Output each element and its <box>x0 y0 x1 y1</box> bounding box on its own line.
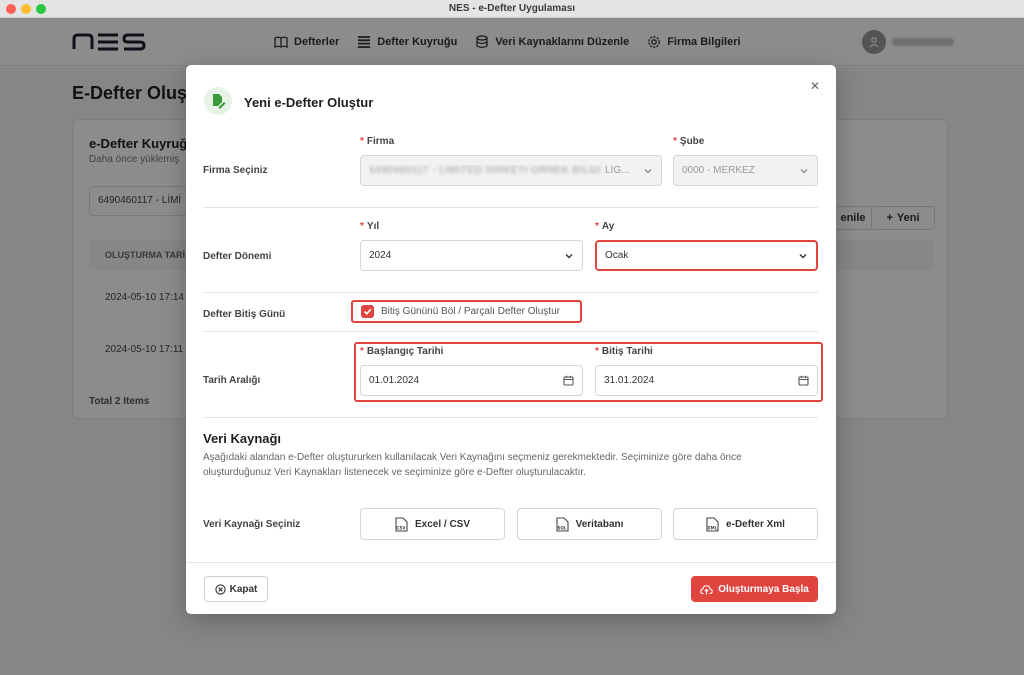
button-label: Kapat <box>229 583 258 595</box>
sube-value: 0000 - MERKEZ <box>682 165 755 176</box>
bitis-tarihi-value: 31.01.2024 <box>604 375 655 386</box>
edit-document-icon <box>204 87 232 115</box>
yil-value: 2024 <box>369 250 392 261</box>
veri-kaynagi-description: Aşağıdaki alandan e-Defter oluştururken … <box>203 452 742 478</box>
veri-kaynagi-title: Veri Kaynağı <box>203 431 282 446</box>
yil-select[interactable]: 2024 <box>360 240 583 271</box>
baslangic-label: * Başlangıç Tarihi <box>360 346 444 357</box>
window-titlebar: NES - e-Defter Uygulaması <box>0 0 1024 18</box>
close-circle-icon <box>214 583 226 595</box>
cloud-upload-icon <box>700 584 713 594</box>
button-label: Oluşturmaya Başla <box>718 583 809 595</box>
chevron-down-icon <box>800 168 808 173</box>
source-label: e-Defter Xml <box>726 518 785 530</box>
start-creation-button[interactable]: Oluşturmaya Başla <box>691 576 818 602</box>
split-day-checkbox[interactable]: Bitiş Gününü Böl / Parçalı Defter Oluştu… <box>361 305 560 318</box>
source-excel-csv-button[interactable]: CSV Excel / CSV <box>360 508 505 540</box>
ay-select[interactable]: Ocak <box>595 240 818 271</box>
veri-row-label: Veri Kaynağı Seçiniz <box>203 519 301 530</box>
close-icon[interactable]: ✕ <box>810 79 820 93</box>
firma-value-suffix: LİĞ... <box>605 165 630 176</box>
divider <box>203 207 818 208</box>
svg-text:XML: XML <box>708 525 718 530</box>
bitis-row-label: Defter Bitiş Günü <box>203 309 286 320</box>
source-edefter-xml-button[interactable]: XML e-Defter Xml <box>673 508 818 540</box>
bitis-tarihi-label: * Bitiş Tarihi <box>595 346 653 357</box>
xml-file-icon: XML <box>706 516 719 532</box>
ay-label: * Ay <box>595 221 615 232</box>
divider <box>203 331 818 332</box>
yil-label: * Yıl <box>360 221 380 232</box>
svg-text:CSV: CSV <box>396 525 406 530</box>
source-label: Excel / CSV <box>414 518 471 530</box>
new-edefter-modal: ✕ Yeni e-Defter Oluştur Firma Seçiniz * F… <box>186 65 836 614</box>
baslangic-value: 01.01.2024 <box>369 375 420 386</box>
sube-label: * Şube <box>673 136 705 147</box>
calendar-icon[interactable] <box>798 375 809 386</box>
window-title: NES - e-Defter Uygulaması <box>448 3 576 14</box>
kapat-button[interactable]: Kapat <box>204 576 268 602</box>
firma-row-label: Firma Seçiniz <box>203 165 268 176</box>
source-database-button[interactable]: SQL Veritabanı <box>517 508 662 540</box>
donem-row-label: Defter Dönemi <box>203 251 272 262</box>
svg-text:SQL: SQL <box>557 525 566 530</box>
chevron-down-icon <box>565 253 573 258</box>
checkbox-label: Bitiş Gününü Böl / Parçalı Defter Oluştu… <box>381 306 560 317</box>
firma-label: * Firma <box>360 136 395 147</box>
footer-divider <box>186 562 836 563</box>
baslangic-date-input[interactable]: 01.01.2024 <box>360 365 583 396</box>
modal-title: Yeni e-Defter Oluştur <box>244 95 374 110</box>
bitis-date-input[interactable]: 31.01.2024 <box>595 365 818 396</box>
chevron-down-icon <box>644 168 652 173</box>
divider <box>203 417 818 418</box>
sube-select[interactable]: 0000 - MERKEZ <box>673 155 818 186</box>
sql-file-icon: SQL <box>556 516 569 532</box>
checkbox-checked-icon[interactable] <box>361 305 374 318</box>
firma-select[interactable]: 6490460117 - LIMITED SIRKETI ORNEK BILGI… <box>360 155 662 186</box>
ay-value: Ocak <box>605 250 629 261</box>
chevron-down-icon <box>799 253 807 258</box>
tarih-row-label: Tarih Aralığı <box>203 375 261 386</box>
source-label: Veritabanı <box>575 518 624 530</box>
firma-value: 6490460117 - LIMITED SIRKETI ORNEK BILGI… <box>369 165 605 176</box>
calendar-icon[interactable] <box>563 375 574 386</box>
csv-file-icon: CSV <box>395 516 408 532</box>
divider <box>203 292 818 293</box>
